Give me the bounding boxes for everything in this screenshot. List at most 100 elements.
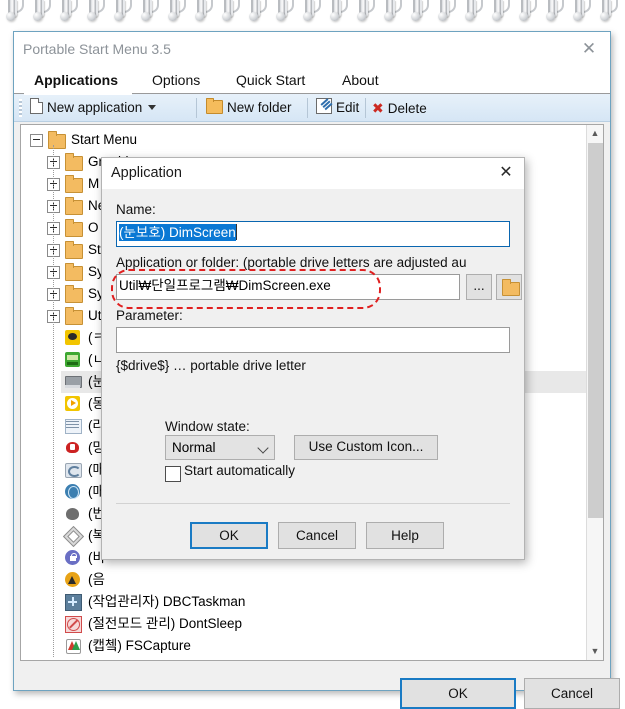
new-folder-label: New folder (227, 100, 292, 115)
binding-ring (58, 0, 78, 26)
binding-ring (544, 0, 564, 26)
binding-ring (301, 0, 321, 26)
new-folder-button[interactable]: New folder (206, 94, 292, 122)
path-input[interactable]: Util₩단일프로그램₩DimScreen.exe (116, 274, 460, 300)
collapse-toggle-icon[interactable] (30, 134, 43, 147)
binding-ring (85, 0, 105, 26)
window-state-select[interactable]: Normal (165, 435, 275, 460)
dialog-separator (116, 503, 510, 504)
app-icon (65, 418, 82, 434)
delete-button[interactable]: ✖ Delete (372, 94, 427, 122)
folder-icon (65, 197, 83, 215)
scroll-up-icon[interactable]: ▲ (587, 125, 603, 142)
folder-icon (65, 153, 83, 171)
main-cancel-button[interactable]: Cancel (524, 678, 620, 709)
tree-application-item[interactable]: (작업관리자) DBCTaskman (61, 591, 587, 613)
tab-slant (398, 66, 414, 94)
use-custom-icon-button[interactable]: Use Custom Icon... (294, 435, 438, 460)
binding-ring (598, 0, 618, 26)
app-icon (65, 616, 82, 633)
edit-pencil-icon (316, 98, 332, 114)
binding-ring (166, 0, 186, 26)
window-state-value: Normal (172, 440, 216, 455)
parameter-input[interactable] (116, 327, 510, 353)
folder-icon (65, 285, 83, 303)
spiral-binding (0, 0, 625, 28)
app-icon (65, 352, 80, 367)
tree-item-label: (음 (88, 572, 105, 587)
edit-label: Edit (336, 100, 360, 115)
app-icon (65, 638, 81, 654)
folder-icon (65, 241, 83, 259)
new-application-label: New application (47, 100, 143, 115)
tab-quick-start[interactable]: Quick Start (226, 66, 336, 94)
app-icon (65, 594, 82, 611)
dialog-titlebar: Application ✕ (102, 158, 524, 189)
toolbar: New application New folder Edit ✖ Delete (14, 94, 610, 122)
parameter-label: Parameter: (116, 308, 183, 323)
binding-ring (355, 0, 375, 26)
name-input-value: (눈보호) DimScreen (119, 224, 236, 241)
tab-applications[interactable]: Applications (24, 66, 146, 94)
binding-ring (193, 0, 213, 26)
dialog-help-button[interactable]: Help (366, 522, 444, 549)
binding-ring (139, 0, 159, 26)
dialog-close-icon[interactable]: ✕ (490, 160, 522, 186)
folder-icon (65, 307, 83, 325)
binding-ring (4, 0, 24, 26)
toolbar-grip[interactable] (19, 99, 22, 117)
tab-about[interactable]: About (332, 66, 414, 94)
scroll-down-icon[interactable]: ▼ (587, 643, 603, 660)
tab-options[interactable]: Options (142, 66, 230, 94)
app-icon (65, 462, 82, 478)
toolbar-separator (196, 98, 197, 118)
tab-label: About (342, 72, 379, 88)
scrollbar-thumb[interactable] (588, 143, 603, 518)
app-icon (65, 396, 80, 411)
folder-icon (502, 279, 520, 296)
main-ok-button[interactable]: OK (400, 678, 516, 709)
tree-item-label: St (88, 242, 101, 257)
drive-hint: {$drive$} … portable drive letter (116, 358, 306, 373)
app-icon (65, 506, 80, 521)
tree-vertical-scrollbar[interactable]: ▲ ▼ (586, 125, 603, 660)
document-icon (30, 98, 43, 114)
tree-application-item[interactable]: (캡쳌) FSCapture (61, 635, 587, 657)
app-icon (62, 525, 85, 548)
chevron-down-icon[interactable] (148, 105, 157, 110)
app-icon (65, 550, 80, 565)
dialog-ok-button[interactable]: OK (190, 522, 268, 549)
binding-ring (571, 0, 591, 26)
binding-ring (274, 0, 294, 26)
binding-ring (517, 0, 537, 26)
browse-file-button[interactable]: ... (466, 274, 492, 300)
tab-label: Quick Start (236, 72, 306, 88)
binding-ring (31, 0, 51, 26)
binding-ring (409, 0, 429, 26)
tree-application-item[interactable]: (음 (61, 569, 587, 591)
window-titlebar: Portable Start Menu 3.5 ✕ (14, 32, 610, 67)
dialog-cancel-button[interactable]: Cancel (278, 522, 356, 549)
folder-icon (206, 98, 223, 114)
binding-ring (112, 0, 132, 26)
tree-item-label: (작업관리자) DBCTaskman (88, 594, 246, 609)
tree-item-label: O (88, 220, 99, 235)
binding-ring (382, 0, 402, 26)
browse-folder-button[interactable] (496, 274, 522, 300)
tree-application-item[interactable]: (절전모드 관리) DontSleep (61, 613, 587, 635)
application-dialog: Application ✕ Name: (눈보호) DimScreen Appl… (101, 157, 525, 560)
delete-x-icon: ✖ (372, 100, 384, 116)
binding-ring (436, 0, 456, 26)
start-automatically-checkbox[interactable] (165, 466, 181, 482)
tree-root-item[interactable]: Start Menu (21, 129, 587, 151)
folder-icon (65, 175, 83, 193)
delete-label: Delete (387, 101, 427, 116)
name-input[interactable]: (눈보호) DimScreen (116, 221, 510, 247)
tree-item-label: (절전모드 관리) DontSleep (88, 616, 243, 631)
close-icon[interactable]: ✕ (572, 36, 606, 62)
edit-button[interactable]: Edit (316, 94, 359, 122)
tree-item-label: M (88, 176, 100, 191)
new-application-button[interactable]: New application (30, 94, 157, 122)
binding-ring (490, 0, 510, 26)
tab-label: Options (152, 72, 201, 88)
